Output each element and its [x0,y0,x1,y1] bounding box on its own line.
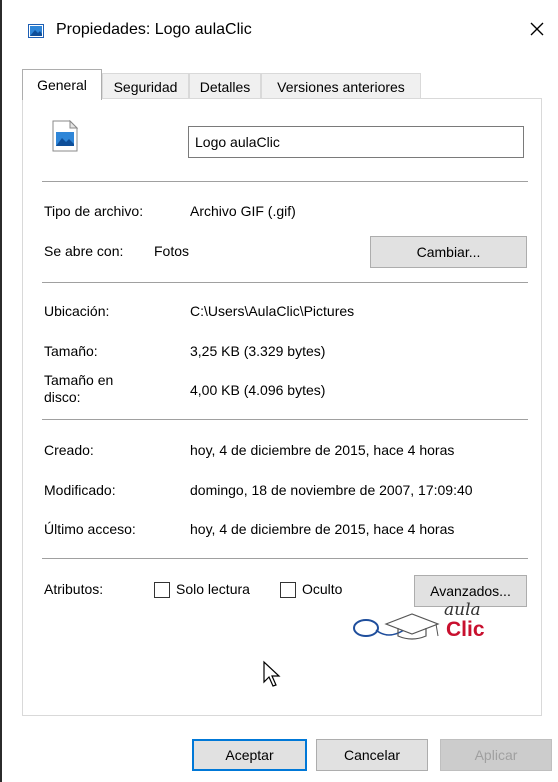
ok-button[interactable]: Aceptar [192,739,307,771]
title-bar[interactable]: Propiedades: Logo aulaClic [2,0,558,60]
tab-details[interactable]: Detalles [189,73,261,99]
separator [42,419,528,420]
separator [42,558,528,559]
file-type-label: Tipo de archivo: [44,203,144,219]
size-value: 3,25 KB (3.329 bytes) [190,343,326,359]
close-button[interactable] [522,14,552,44]
modified-value: domingo, 18 de noviembre de 2007, 17:09:… [190,482,473,498]
disk-size-label-line1: Tamaño en [44,372,114,388]
disk-size-label-line2: disco: [44,389,81,405]
modified-label: Modificado: [44,482,116,498]
logo-aula-text: aula [444,600,481,620]
gif-file-icon [52,120,78,152]
mouse-pointer-icon [263,660,281,687]
aulaclic-logo: aula Clic [352,600,502,650]
readonly-checkbox[interactable] [154,582,170,598]
window-edge [0,0,2,782]
separator [42,282,528,283]
file-type-value: Archivo GIF (.gif) [190,203,296,219]
size-label: Tamaño: [44,343,98,359]
tab-security[interactable]: Seguridad [102,73,189,99]
accessed-label: Último acceso: [44,521,136,537]
window-title: Propiedades: Logo aulaClic [56,21,252,38]
close-icon [530,22,544,36]
accessed-value: hoy, 4 de diciembre de 2015, hace 4 hora… [190,521,455,537]
change-button[interactable]: Cambiar... [370,236,527,268]
dialog-footer: Aceptar Cancelar Aplicar [2,716,558,782]
disk-size-value: 4,00 KB (4.096 bytes) [190,382,326,398]
attributes-label: Atributos: [44,581,104,597]
tab-general[interactable]: General [22,69,102,100]
readonly-label[interactable]: Solo lectura [176,581,250,598]
opens-with-value: Fotos [154,243,190,259]
file-name-input[interactable] [188,126,524,158]
opens-with-label: Se abre con: [44,243,124,259]
disk-size-label: Tamaño en disco: [44,372,113,406]
cancel-button[interactable]: Cancelar [316,739,428,771]
location-label: Ubicación: [44,303,110,319]
apply-button[interactable]: Aplicar [440,739,552,771]
hidden-checkbox[interactable] [280,582,296,598]
tab-previous-versions[interactable]: Versiones anteriores [261,73,421,99]
properties-dialog: Propiedades: Logo aulaClic General Segur… [0,0,558,782]
separator [42,181,528,182]
location-value: C:\Users\AulaClic\Pictures [190,303,355,319]
image-file-icon [28,24,44,38]
logo-clic-text: Clic [446,618,485,641]
created-label: Creado: [44,442,94,458]
hidden-label[interactable]: Oculto [302,581,342,598]
created-value: hoy, 4 de diciembre de 2015, hace 4 hora… [190,442,455,458]
